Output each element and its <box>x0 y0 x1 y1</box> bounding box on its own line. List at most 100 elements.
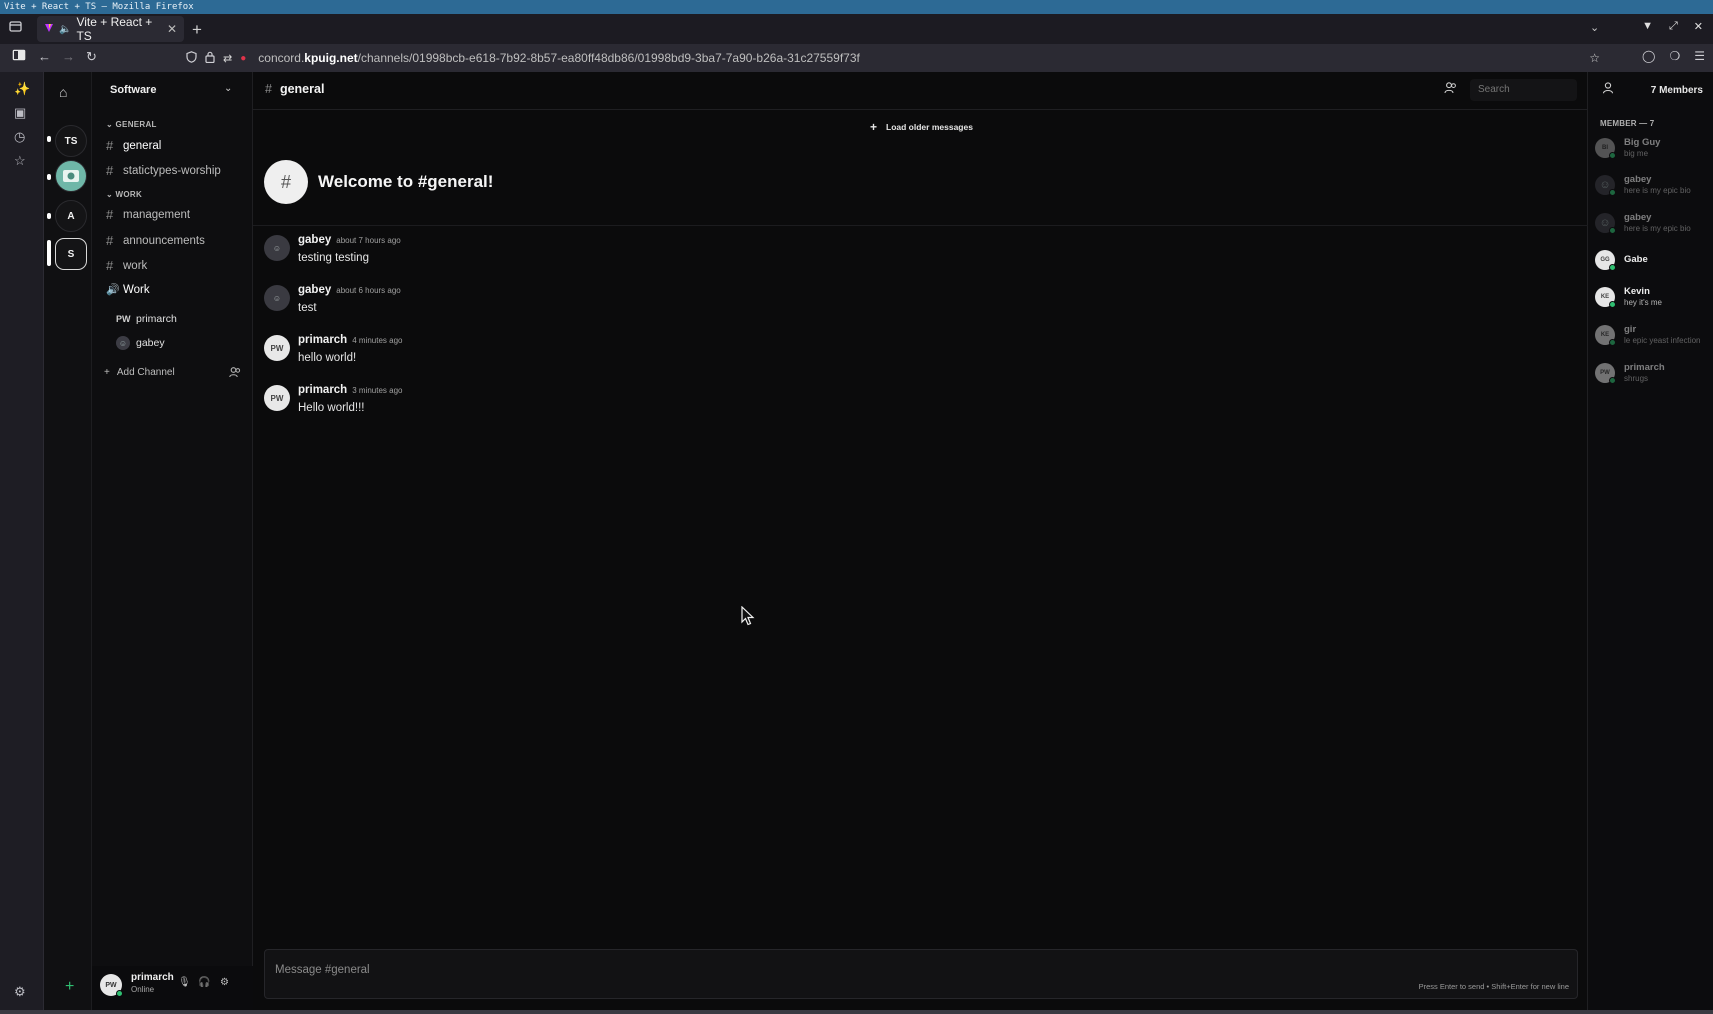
microphone-icon[interactable]: 🎙 <box>178 977 191 988</box>
status-dot <box>1609 377 1616 384</box>
member-count: 7 Members <box>1650 85 1703 96</box>
voice-user[interactable]: PW primarch <box>116 313 177 325</box>
member-item[interactable]: PW primarch shrugs <box>1595 361 1713 391</box>
home-icon[interactable]: ⌂ <box>59 84 67 100</box>
online-status-dot <box>116 990 123 997</box>
channel-statictypes-worship[interactable]: # statictypes-worship <box>106 163 221 178</box>
member-category: MEMBER — 7 <box>1600 119 1655 128</box>
back-icon[interactable]: ← <box>38 49 51 64</box>
reload-icon[interactable]: ↻ <box>86 49 97 65</box>
lock-icon[interactable] <box>205 51 215 66</box>
app-root: ✨ ▣ ◷ ☆ ⚙ ⌂ TS A S + Software ⌄ ⌄ GENERA… <box>0 72 1713 1010</box>
avatar[interactable]: PW <box>264 335 290 361</box>
message-composer: Press Enter to send • Shift+Enter for ne… <box>264 949 1578 999</box>
status-dot <box>1609 189 1616 196</box>
permissions-icon[interactable]: ⇄ <box>223 52 232 65</box>
voice-user[interactable]: ☺ gabey <box>116 336 165 350</box>
server-icon-ts[interactable]: TS <box>55 125 87 157</box>
chevron-down-icon: ⌄ <box>106 120 116 129</box>
microphone-icon[interactable]: ● <box>240 53 246 64</box>
user-panel: PW primarch Online 🎙 🎧 ⚙ <box>92 966 253 1010</box>
message-text: hello world! <box>298 352 357 364</box>
server-icon-image[interactable] <box>55 160 87 192</box>
new-tab-icon[interactable]: + <box>192 20 202 40</box>
face-avatar-icon[interactable]: ☺ <box>264 285 290 311</box>
member-item[interactable]: ☺ gabey here is my epic bio <box>1595 211 1713 241</box>
member-name: Gabe <box>1624 254 1648 265</box>
headphones-icon[interactable]: 🎧 <box>198 977 210 988</box>
speaker-icon: 🔊 <box>106 284 120 296</box>
message-text: test <box>298 302 317 314</box>
bookmarks-star-icon[interactable]: ☆ <box>14 153 26 169</box>
message-author[interactable]: gabey about 6 hours ago <box>298 284 401 296</box>
hash-icon: # <box>106 207 114 222</box>
category-general[interactable]: ⌄ GENERAL <box>106 120 157 129</box>
window-bottom-border <box>0 1010 1713 1014</box>
server-icon-s[interactable]: S <box>55 238 87 270</box>
message-author[interactable]: primarch 3 minutes ago <box>298 384 402 396</box>
browser-tab[interactable]: 🔈 Vite + React + TS ✕ <box>37 15 184 43</box>
member-bio: le epic yeast infection <box>1624 336 1701 345</box>
message-author[interactable]: primarch 4 minutes ago <box>298 334 402 346</box>
add-server-icon[interactable]: + <box>65 978 74 996</box>
channel-work[interactable]: # work <box>106 258 147 273</box>
member-item[interactable]: KE gir le epic yeast infection <box>1595 323 1713 353</box>
history-icon[interactable]: ◷ <box>14 129 25 145</box>
bookmark-star-icon[interactable]: ☆ <box>1589 51 1600 65</box>
members-toggle-icon[interactable] <box>1444 82 1457 97</box>
maximize-icon[interactable]: ⤢ <box>1669 20 1678 33</box>
add-channel-button[interactable]: + Add Channel <box>104 367 175 378</box>
channel-management[interactable]: # management <box>106 207 190 222</box>
channel-general[interactable]: # general <box>106 138 161 153</box>
mouse-cursor-icon <box>741 606 755 626</box>
shield-icon[interactable] <box>186 50 197 66</box>
speaker-icon[interactable]: 🔈 <box>59 24 71 35</box>
unread-indicator <box>47 213 51 219</box>
member-item[interactable]: ☺ gabey here is my epic bio <box>1595 173 1713 203</box>
browser-settings-icon[interactable]: ⚙ <box>14 984 26 1000</box>
face-avatar-icon[interactable]: ☺ <box>264 235 290 261</box>
invite-people-icon[interactable] <box>229 367 241 381</box>
load-older-button[interactable]: + Load older messages <box>870 120 973 134</box>
close-window-icon[interactable]: ✕ <box>1694 20 1703 33</box>
search-input[interactable] <box>1470 79 1577 101</box>
member-bio: here is my epic bio <box>1624 186 1691 195</box>
current-user-name: primarch <box>131 972 174 983</box>
hash-icon: # <box>265 82 272 96</box>
category-work[interactable]: ⌄ WORK <box>106 190 142 199</box>
avatar[interactable]: PW <box>264 385 290 411</box>
close-tab-icon[interactable]: ✕ <box>167 22 177 36</box>
account-icon[interactable]: ◯ <box>1642 49 1655 63</box>
face-avatar-icon: ☺ <box>116 336 130 350</box>
message-author[interactable]: gabey about 7 hours ago <box>298 234 401 246</box>
voice-channel-work[interactable]: 🔊 Work <box>106 283 150 297</box>
chevron-down-icon[interactable]: ⌄ <box>224 83 232 94</box>
member-item[interactable]: GG Gabe <box>1595 248 1713 278</box>
hash-icon: # <box>106 258 114 273</box>
synced-tabs-icon[interactable]: ▣ <box>14 105 26 121</box>
server-name[interactable]: Software <box>110 84 156 96</box>
tab-list-icon[interactable] <box>9 20 22 33</box>
ai-sparkle-icon[interactable]: ✨ <box>14 81 30 97</box>
message-input[interactable] <box>265 950 1577 980</box>
message-timestamp: about 7 hours ago <box>336 236 401 245</box>
server-icon-a[interactable]: A <box>55 200 87 232</box>
channel-announcements[interactable]: # announcements <box>106 233 205 248</box>
window-controls: ▼ ⤢ ✕ <box>1642 20 1703 33</box>
tab-strip: 🔈 Vite + React + TS ✕ + ⌄ ▼ ⤢ ✕ <box>0 14 1713 44</box>
minimize-icon[interactable]: ▼ <box>1642 20 1653 33</box>
menu-icon[interactable]: ☰ <box>1694 49 1705 63</box>
hash-icon: # <box>106 233 114 248</box>
member-list: 7 Members MEMBER — 7 BI Big Guy big me ☺… <box>1588 72 1713 1010</box>
chevron-down-icon[interactable]: ⌄ <box>1590 21 1599 34</box>
url-bar[interactable]: ⇄ ● concord.kpuig.net/channels/01998bcb-… <box>186 47 1600 69</box>
unread-indicator <box>47 136 51 142</box>
sidebar-toggle-icon[interactable] <box>12 49 26 64</box>
extensions-icon[interactable]: ❍ <box>1669 49 1680 63</box>
url-text[interactable]: concord.kpuig.net/channels/01998bcb-e618… <box>258 51 860 65</box>
forward-icon[interactable]: → <box>62 49 75 64</box>
member-item[interactable]: KE Kevin hey it's me <box>1595 285 1713 315</box>
member-item[interactable]: BI Big Guy big me <box>1595 136 1713 166</box>
user-settings-icon[interactable]: ⚙ <box>220 977 229 988</box>
person-icon[interactable] <box>1602 82 1614 97</box>
